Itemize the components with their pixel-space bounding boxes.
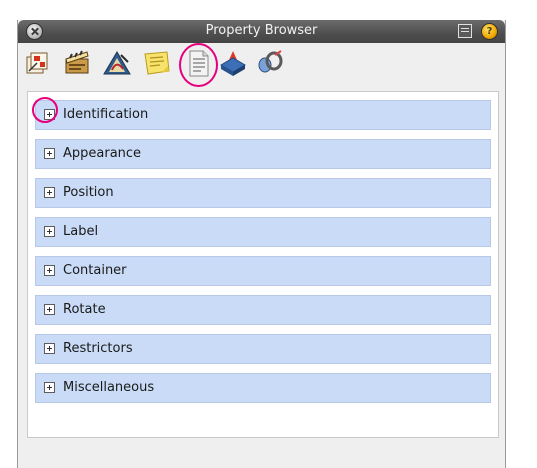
sketch-tool-icon[interactable] (101, 47, 133, 79)
sticky-note-tool-icon[interactable] (141, 47, 173, 79)
section-label-group[interactable]: Label (35, 217, 491, 247)
section-container[interactable]: Container (35, 256, 491, 286)
section-restrictors[interactable]: Restrictors (35, 334, 491, 364)
sequence-tool-icon[interactable] (23, 47, 55, 79)
section-label: Rotate (63, 302, 106, 317)
section-label: Position (63, 185, 114, 200)
section-position[interactable]: Position (35, 178, 491, 208)
section-appearance[interactable]: Appearance (35, 139, 491, 169)
section-label: Restrictors (63, 341, 133, 356)
section-miscellaneous[interactable]: Miscellaneous (35, 373, 491, 403)
property-browser-window: Property Browser ? Identification Appear… (17, 20, 506, 468)
expand-icon[interactable] (44, 148, 55, 159)
expand-icon[interactable] (44, 187, 55, 198)
property-panel: Identification Appearance Position Label… (27, 91, 499, 438)
clapperboard-tool-icon[interactable] (61, 47, 93, 79)
expand-icon[interactable] (44, 343, 55, 354)
window-title: Property Browser (205, 23, 318, 38)
section-label: Label (63, 224, 99, 239)
expand-icon[interactable] (44, 226, 55, 237)
properties-document-icon[interactable] (182, 47, 214, 79)
toolbar (18, 43, 505, 87)
diamond-layer-icon[interactable] (217, 47, 249, 79)
expand-icon[interactable] (44, 382, 55, 393)
section-label: Identification (63, 107, 149, 122)
title-bar[interactable]: Property Browser ? (18, 20, 505, 43)
section-label: Miscellaneous (63, 380, 155, 395)
section-rotate[interactable]: Rotate (35, 295, 491, 325)
expand-icon[interactable] (44, 265, 55, 276)
help-icon[interactable]: ? (481, 23, 498, 40)
expand-icon[interactable] (44, 109, 55, 120)
section-label: Container (63, 263, 127, 278)
menu-icon[interactable] (458, 24, 472, 38)
section-label: Appearance (63, 146, 142, 161)
expand-icon[interactable] (44, 304, 55, 315)
connector-tool-icon[interactable] (253, 47, 285, 79)
section-identification[interactable]: Identification (35, 100, 491, 130)
